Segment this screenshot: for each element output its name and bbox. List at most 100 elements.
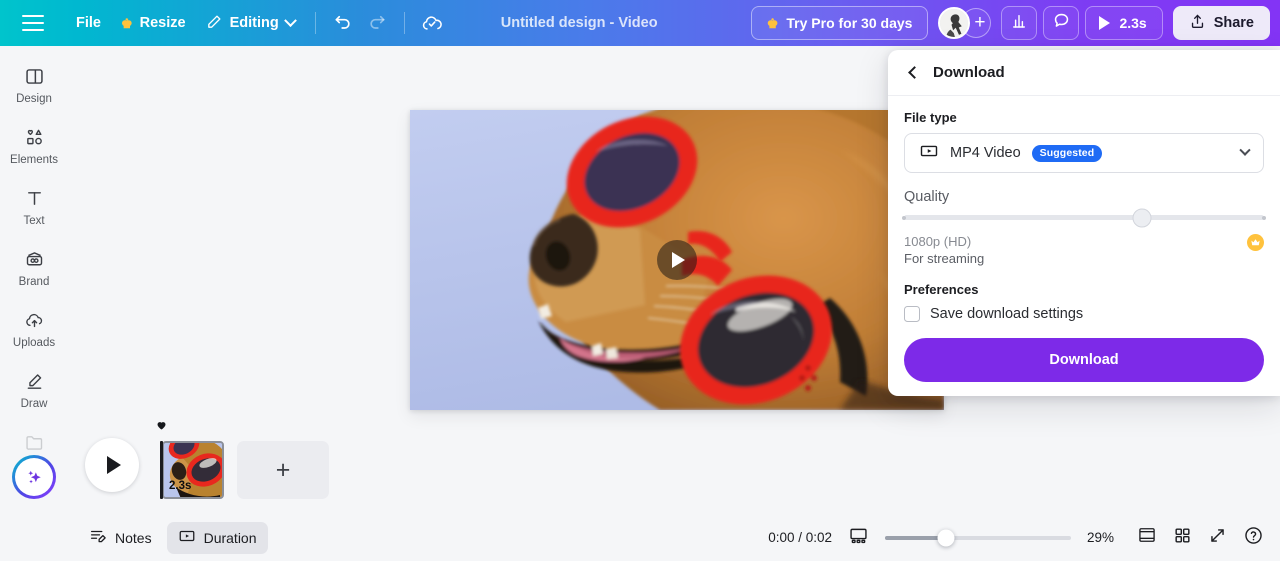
toolbar-divider-1 — [314, 12, 316, 34]
quality-slider-thumb[interactable] — [1132, 208, 1152, 227]
document-title[interactable]: Untitled design - Video — [501, 15, 658, 31]
share-button[interactable]: Share — [1172, 6, 1270, 40]
download-button-label: Download — [1049, 352, 1119, 368]
sidebar-item-label: Elements — [10, 154, 58, 166]
play-triangle — [672, 252, 685, 268]
chevron-down-icon — [283, 13, 297, 27]
save-settings-label: Save download settings — [930, 306, 1084, 322]
suggested-badge: Suggested — [1031, 144, 1103, 162]
hamburger-icon[interactable] — [22, 15, 44, 31]
sidebar-item-uploads[interactable]: Uploads — [4, 310, 64, 349]
bottom-right-group: 0:00 / 0:02 29% — [768, 525, 1280, 551]
timeline-clip[interactable]: 2.3s — [162, 441, 224, 499]
timeline-play-button[interactable] — [85, 438, 139, 492]
redo-icon[interactable] — [360, 7, 394, 39]
grid-view-icon[interactable] — [1173, 526, 1192, 550]
comments-button[interactable] — [1043, 6, 1080, 40]
quality-slider[interactable] — [902, 208, 1266, 227]
quality-description: For streaming — [904, 251, 985, 266]
sidebar-item-text[interactable]: Text — [4, 188, 64, 227]
notes-button[interactable]: Notes — [78, 522, 163, 554]
quality-label: Quality — [904, 189, 950, 205]
collaborators-group: + — [938, 7, 992, 39]
toolbar-divider-2 — [403, 12, 405, 34]
sidebar-item-design[interactable]: Design — [4, 66, 64, 105]
expand-fullscreen-icon[interactable] — [1208, 526, 1227, 550]
quality-info-row: 1080p (HD) For streaming — [904, 234, 1264, 266]
chevron-down-icon — [1239, 144, 1251, 156]
file-type-value: MP4 Video — [950, 145, 1021, 161]
duration-label: Duration — [203, 529, 257, 546]
sidebar-item-label: Text — [23, 215, 45, 227]
timeline-bar: 2.3s + — [68, 415, 888, 515]
crown-icon: ♚ — [766, 15, 779, 31]
preview-button[interactable]: 2.3s — [1085, 6, 1163, 40]
brand-kit-icon — [24, 249, 45, 270]
quality-value-label: 1080p (HD) — [904, 234, 972, 249]
back-chevron-icon[interactable] — [908, 66, 921, 79]
sidebar-item-projects-partial[interactable] — [4, 432, 64, 453]
file-type-select[interactable]: MP4 Video Suggested — [904, 133, 1264, 173]
duration-video-icon — [178, 527, 196, 548]
bar-chart-icon — [1010, 12, 1028, 35]
save-settings-checkbox[interactable] — [904, 306, 920, 322]
share-upload-icon — [1189, 13, 1206, 34]
magic-studio-button[interactable] — [12, 455, 56, 499]
share-label: Share — [1213, 15, 1254, 31]
save-settings-row[interactable]: Save download settings — [904, 306, 1264, 322]
add-page-label: + — [275, 455, 291, 484]
file-menu-button[interactable]: File — [66, 9, 111, 37]
file-type-label: File type — [904, 110, 957, 125]
file-menu-label: File — [76, 15, 101, 31]
zoom-slider[interactable] — [885, 529, 1071, 546]
notes-icon — [89, 527, 107, 548]
clip-duration-label: 2.3s — [169, 480, 192, 492]
crown-icon: ♚ — [120, 15, 133, 31]
editing-label: Editing — [229, 15, 279, 31]
sidebar-item-draw[interactable]: Draw — [4, 371, 64, 410]
sidebar-item-label: Brand — [18, 276, 50, 288]
timecode-display: 0:00 / 0:02 — [768, 530, 832, 545]
quality-slider-min-dot — [902, 215, 906, 220]
top-toolbar: File ♚ Resize Editing Untitled design - … — [0, 0, 1280, 46]
notes-label: Notes — [115, 529, 152, 546]
preview-duration-label: 2.3s — [1119, 15, 1147, 31]
heart-icon[interactable] — [155, 418, 168, 436]
undo-icon[interactable] — [326, 7, 360, 39]
play-overlay-icon[interactable] — [657, 240, 697, 280]
resize-button[interactable]: ♚ Resize — [111, 9, 196, 37]
duration-button[interactable]: Duration — [166, 521, 268, 554]
editing-mode-button[interactable]: Editing — [196, 7, 305, 40]
toolbar-right-group: ♚ Try Pro for 30 days + 2.3s Share — [750, 6, 1280, 40]
sidebar-item-brand[interactable]: Brand — [4, 249, 64, 288]
cloud-check-icon[interactable] — [415, 7, 449, 39]
download-panel-header: Download — [888, 50, 1280, 96]
try-pro-button[interactable]: ♚ Try Pro for 30 days — [750, 6, 929, 40]
folder-icon — [24, 432, 45, 453]
add-page-button[interactable]: + — [237, 441, 329, 499]
crown-icon — [1247, 234, 1264, 251]
download-panel: Download File type MP4 Video Suggested Q… — [888, 50, 1280, 396]
play-icon — [107, 456, 121, 474]
add-collaborator-label: + — [974, 12, 986, 33]
download-panel-body: File type MP4 Video Suggested Quality 10… — [888, 96, 1280, 382]
design-page[interactable] — [410, 110, 944, 410]
fit-page-icon[interactable] — [848, 525, 869, 551]
sidebar-item-label: Design — [16, 93, 52, 105]
single-page-icon[interactable] — [1137, 525, 1157, 550]
zoom-percent-label: 29% — [1087, 530, 1115, 545]
pencil-draw-icon — [24, 371, 45, 392]
sidebar-item-elements[interactable]: Elements — [4, 127, 64, 166]
zoom-slider-thumb[interactable] — [937, 529, 955, 546]
help-question-icon[interactable] — [1243, 525, 1264, 551]
magic-sparkles-icon — [15, 458, 53, 496]
pencil-icon — [206, 13, 223, 34]
download-button[interactable]: Download — [904, 338, 1264, 382]
sidebar-item-label: Draw — [20, 398, 48, 410]
shapes-icon — [24, 127, 45, 148]
bottom-toolbar: Notes Duration 0:00 / 0:02 29% — [0, 514, 1280, 561]
comment-icon — [1052, 11, 1071, 35]
resize-label: Resize — [139, 15, 186, 31]
insights-button[interactable] — [1001, 6, 1038, 40]
clip-selection-handle[interactable] — [160, 441, 163, 499]
